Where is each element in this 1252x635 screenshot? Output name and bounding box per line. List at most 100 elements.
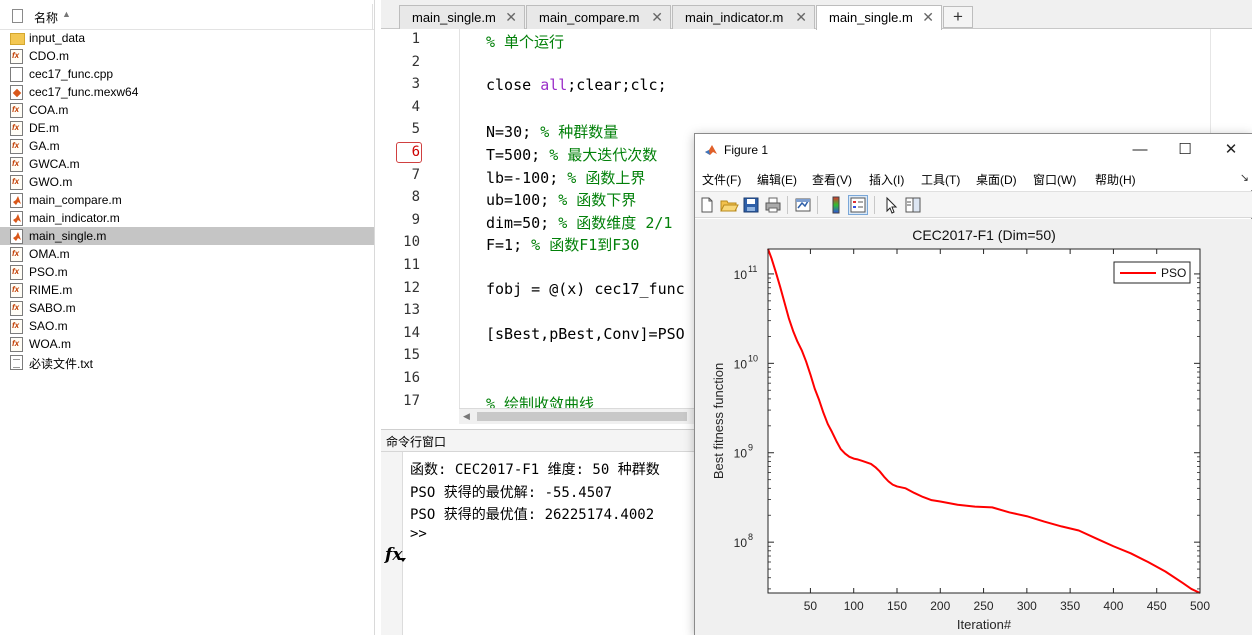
legend-icon[interactable] <box>848 195 868 215</box>
line-number[interactable]: 16 <box>390 370 420 386</box>
file-list-item[interactable]: SAO.m <box>0 317 374 335</box>
line-number[interactable]: 1 <box>390 31 420 47</box>
property-inspector-icon[interactable] <box>903 195 923 215</box>
file-list-item[interactable]: input_data <box>0 29 374 47</box>
y-axis-label: Best fitness function <box>711 363 726 479</box>
menu-insert[interactable]: 插入(I) <box>869 171 904 188</box>
line-number[interactable]: 10 <box>390 234 420 250</box>
link-plot-icon[interactable] <box>793 195 813 215</box>
tab-main-single-active[interactable]: main_single.m ✕ <box>816 5 942 30</box>
file-list-item[interactable]: GWCA.m <box>0 155 374 173</box>
file-list-item[interactable]: cec17_func.mexw64 <box>0 83 374 101</box>
line-number[interactable]: 15 <box>390 347 420 363</box>
line-number[interactable]: 3 <box>390 76 420 92</box>
column-divider[interactable] <box>372 4 373 30</box>
maximize-button[interactable]: ☐ <box>1172 139 1198 161</box>
close-tab-icon[interactable]: ✕ <box>922 9 934 26</box>
colorbar-icon[interactable] <box>826 195 846 215</box>
close-tab-icon[interactable]: ✕ <box>795 9 807 26</box>
menu-tools[interactable]: 工具(T) <box>921 171 960 188</box>
file-list-item[interactable]: DE.m <box>0 119 374 137</box>
code-comment: % 函数F1到F30 <box>531 236 640 255</box>
line-number[interactable]: 17 <box>390 393 420 409</box>
menu-overflow-icon[interactable]: ↘ <box>1240 171 1249 184</box>
code-text: T=500; <box>486 146 550 164</box>
menu-help[interactable]: 帮助(H) <box>1095 171 1136 188</box>
close-window-button[interactable]: ✕ <box>1218 139 1244 161</box>
name-column-header[interactable]: 名称 <box>34 9 58 26</box>
close-tab-icon[interactable]: ✕ <box>651 9 663 26</box>
menu-file[interactable]: 文件(F) <box>702 171 741 188</box>
line-number[interactable]: 8 <box>390 189 420 205</box>
command-output-line: PSO 获得的最优解: -55.4507 <box>410 485 613 501</box>
file-list-item[interactable]: GWO.m <box>0 173 374 191</box>
close-tab-icon[interactable]: ✕ <box>505 9 517 26</box>
file-list-item[interactable]: main_compare.m <box>0 191 374 209</box>
line-number[interactable]: 4 <box>390 99 420 115</box>
code-line[interactable]: T=500; % 最大迭代次数 <box>486 144 657 165</box>
tab-main-compare[interactable]: main_compare.m ✕ <box>526 5 671 29</box>
scrollbar-thumb[interactable] <box>477 412 687 421</box>
file-list-item[interactable]: SABO.m <box>0 299 374 317</box>
menu-desktop[interactable]: 桌面(D) <box>976 171 1017 188</box>
code-line[interactable]: N=30; % 种群数量 <box>486 121 618 142</box>
line-number[interactable]: 12 <box>390 280 420 296</box>
figure-titlebar[interactable]: Figure 1 — ☐ ✕ <box>695 134 1252 167</box>
tab-main-single-1[interactable]: main_single.m ✕ <box>399 5 525 29</box>
save-icon[interactable] <box>741 195 761 215</box>
line-number[interactable]: 13 <box>390 302 420 318</box>
scroll-left-icon[interactable]: ◀ <box>463 411 470 422</box>
new-tab-button[interactable]: + <box>943 6 973 28</box>
file-list-item[interactable]: GA.m <box>0 137 374 155</box>
line-number[interactable]: 11 <box>390 257 420 273</box>
menu-view[interactable]: 查看(V) <box>812 171 852 188</box>
tab-label: main_compare.m <box>539 10 640 25</box>
file-name: WOA.m <box>29 337 71 351</box>
code-comment: % 单个运行 <box>486 33 565 51</box>
code-line[interactable]: ub=100; % 函数下界 <box>486 189 636 210</box>
file-list-item[interactable]: PSO.m <box>0 263 374 281</box>
file-list-item[interactable]: WOA.m <box>0 335 374 353</box>
file-list-item[interactable]: RIME.m <box>0 281 374 299</box>
file-list-item[interactable]: OMA.m <box>0 245 374 263</box>
code-line[interactable]: [sBest,pBest,Conv]=PSO <box>486 325 685 343</box>
code-text: dim=50; <box>486 213 559 232</box>
convergence-chart[interactable]: CEC2017-F1 (Dim=50) 50 100 150 200 250 300 350 4… <box>695 219 1252 635</box>
y-tick-label-base: 10 <box>734 357 748 371</box>
code-line[interactable]: % 单个运行 <box>486 31 564 52</box>
line-number[interactable]: 14 <box>390 325 420 341</box>
new-figure-icon[interactable] <box>697 195 717 215</box>
menu-window[interactable]: 窗口(W) <box>1033 171 1076 188</box>
file-list-item[interactable]: COA.m <box>0 101 374 119</box>
file-list-item[interactable]: main_single.m <box>0 227 374 245</box>
file-list-item[interactable]: 必读文件.txt <box>0 353 374 371</box>
command-prompt[interactable]: >> <box>410 526 427 542</box>
matlab-desktop: 名称 ▲ input_data CDO.m cec17_func.cpp cec17_… <box>0 0 1252 635</box>
figure-canvas[interactable]: CEC2017-F1 (Dim=50) 50 100 150 200 250 300 350 4… <box>695 219 1252 635</box>
file-list-header[interactable]: 名称 ▲ <box>0 4 374 30</box>
minimize-button[interactable]: — <box>1127 139 1153 161</box>
tab-main-indicator[interactable]: main_indicator.m ✕ <box>672 5 815 29</box>
file-name: DE.m <box>29 121 59 135</box>
open-file-icon[interactable] <box>719 195 739 215</box>
file-list-item[interactable]: main_indicator.m <box>0 209 374 227</box>
command-output-line: 函数: CEC2017-F1 维度: 50 种群数 <box>410 462 660 478</box>
file-list-item[interactable]: cec17_func.cpp <box>0 65 374 83</box>
code-line[interactable]: close all;clear;clc; <box>486 76 667 94</box>
code-line[interactable]: lb=-100; % 函数上界 <box>486 167 645 188</box>
line-number[interactable]: 7 <box>390 167 420 183</box>
file-list-item[interactable]: CDO.m <box>0 47 374 65</box>
code-keyword: all <box>540 76 568 95</box>
edit-plot-icon[interactable] <box>881 195 901 215</box>
menu-edit[interactable]: 编辑(E) <box>757 171 797 188</box>
code-line[interactable]: F=1; % 函数F1到F30 <box>486 234 639 255</box>
line-number-gutter[interactable]: 1 2 3 4 5 6 7 8 9 10 11 12 13 14 15 16 17 <box>381 29 456 410</box>
breakpoint-marker[interactable] <box>396 142 422 163</box>
code-line[interactable]: fobj = @(x) cec17_func <box>486 280 685 298</box>
line-number[interactable]: 2 <box>390 54 420 70</box>
function-browser-icon[interactable]: fx <box>385 545 408 565</box>
print-icon[interactable] <box>763 195 783 215</box>
code-line[interactable]: dim=50; % 函数维度 2/1 <box>486 212 672 233</box>
line-number[interactable]: 5 <box>390 121 420 137</box>
line-number[interactable]: 9 <box>390 212 420 228</box>
